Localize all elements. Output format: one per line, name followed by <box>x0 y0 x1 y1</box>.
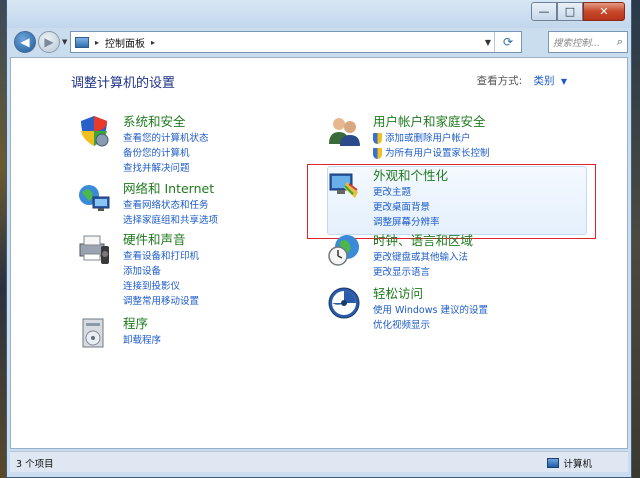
refresh-icon[interactable]: ⟳ <box>494 32 521 52</box>
category-title[interactable]: 轻松访问 <box>373 286 593 302</box>
page-title: 调整计算机的设置 <box>71 76 176 91</box>
category-title[interactable]: 程序 <box>123 316 343 332</box>
category-title[interactable]: 外观和个性化 <box>373 168 593 184</box>
link-label[interactable]: 添加或删除用户帐户 <box>385 131 471 146</box>
appearance-icon <box>329 173 358 198</box>
close-button[interactable]: ✕ <box>583 2 625 21</box>
minimize-button[interactable]: — <box>531 2 557 21</box>
search-icon[interactable]: ⌕ <box>617 35 623 49</box>
maximize-button[interactable]: □ <box>557 2 583 21</box>
link-add-device[interactable]: 添加设备 <box>123 264 343 279</box>
category-title[interactable]: 硬件和声音 <box>123 232 343 248</box>
content-pane: 调整计算机的设置 查看方式: 类别 ▼ 系统和安全 查看您的计算机状态 备份您的… <box>10 57 628 449</box>
link-network-status[interactable]: 查看网络状态和任务 <box>123 198 343 213</box>
navigation-bar: ◀ ▶ ▼ ▸ 控制面板 ▸ ▼ ⟳ 搜索控制... ⌕ <box>7 28 631 56</box>
link-keyboard-input[interactable]: 更改键盘或其他输入法 <box>373 250 593 265</box>
link-uninstall-program[interactable]: 卸载程序 <box>123 333 343 348</box>
link-display-language[interactable]: 更改显示语言 <box>373 265 593 280</box>
forward-button[interactable]: ▶ <box>38 31 60 53</box>
address-dropdown-icon[interactable]: ▼ <box>485 38 491 47</box>
network-icon <box>79 185 110 211</box>
link-backup-computer[interactable]: 备份您的计算机 <box>123 146 343 161</box>
link-optimize-visual-display[interactable]: 优化视频显示 <box>373 318 593 333</box>
view-by-value[interactable]: 类别 <box>534 75 555 87</box>
link-view-computer-status[interactable]: 查看您的计算机状态 <box>123 131 343 146</box>
shield-icon <box>81 116 109 147</box>
clock-globe-icon <box>328 235 359 266</box>
link-devices-printers[interactable]: 查看设备和打印机 <box>123 249 343 264</box>
category-title[interactable]: 时钟、语言和区域 <box>373 233 593 249</box>
control-panel-icon <box>75 36 89 48</box>
breadcrumb-chevron-icon[interactable]: ▸ <box>95 38 99 47</box>
link-desktop-background[interactable]: 更改桌面背景 <box>373 200 593 215</box>
link-change-theme[interactable]: 更改主题 <box>373 185 593 200</box>
link-connect-projector[interactable]: 连接到投影仪 <box>123 279 343 294</box>
link-add-remove-accounts[interactable]: 添加或删除用户帐户 <box>373 131 593 146</box>
users-icon <box>329 118 360 146</box>
breadcrumb-chevron-icon[interactable]: ▸ <box>151 38 155 47</box>
programs-icon <box>82 318 104 348</box>
control-panel-window: — □ ✕ ◀ ▶ ▼ ▸ 控制面板 ▸ ▼ ⟳ 搜索控制... ⌕ 调整计算机… <box>6 0 632 478</box>
title-bar[interactable]: — □ ✕ <box>7 0 631 28</box>
link-troubleshoot[interactable]: 查找并解决问题 <box>123 161 343 176</box>
printer-icon <box>79 235 109 264</box>
uac-shield-icon <box>373 133 382 144</box>
uac-shield-icon <box>373 148 382 159</box>
computer-icon <box>547 458 560 468</box>
category-title[interactable]: 网络和 Internet <box>123 181 343 197</box>
link-recommended-settings[interactable]: 使用 Windows 建议的设置 <box>373 303 593 318</box>
chevron-down-icon[interactable]: ▼ <box>561 77 567 86</box>
recent-pages-dropdown-icon[interactable]: ▼ <box>62 38 67 46</box>
item-count: 3 个项目 <box>16 459 54 470</box>
back-button[interactable]: ◀ <box>14 31 36 53</box>
link-mobility-settings[interactable]: 调整常用移动设置 <box>123 294 343 309</box>
search-placeholder: 搜索控制... <box>553 38 601 49</box>
link-label[interactable]: 为所有用户设置家长控制 <box>385 146 490 161</box>
location-indicator: 计算机 <box>547 456 592 470</box>
computer-label: 计算机 <box>563 459 592 470</box>
link-homegroup-sharing[interactable]: 选择家庭组和共享选项 <box>123 213 343 228</box>
link-parental-controls[interactable]: 为所有用户设置家长控制 <box>373 146 593 161</box>
desktop-background-right <box>632 0 640 478</box>
category-title[interactable]: 系统和安全 <box>123 114 343 130</box>
link-screen-resolution[interactable]: 调整屏幕分辨率 <box>373 215 593 230</box>
status-bar: 3 个项目 计算机 <box>10 451 628 472</box>
ease-of-access-icon <box>328 287 360 319</box>
view-by-selector: 查看方式: 类别 ▼ <box>477 73 567 88</box>
breadcrumb-control-panel[interactable]: 控制面板 <box>105 35 145 50</box>
search-input[interactable]: 搜索控制... ⌕ <box>548 31 628 53</box>
address-bar[interactable]: ▸ 控制面板 ▸ ▼ ⟳ <box>70 31 522 53</box>
category-title[interactable]: 用户帐户和家庭安全 <box>373 114 593 130</box>
view-by-label: 查看方式: <box>476 75 523 87</box>
